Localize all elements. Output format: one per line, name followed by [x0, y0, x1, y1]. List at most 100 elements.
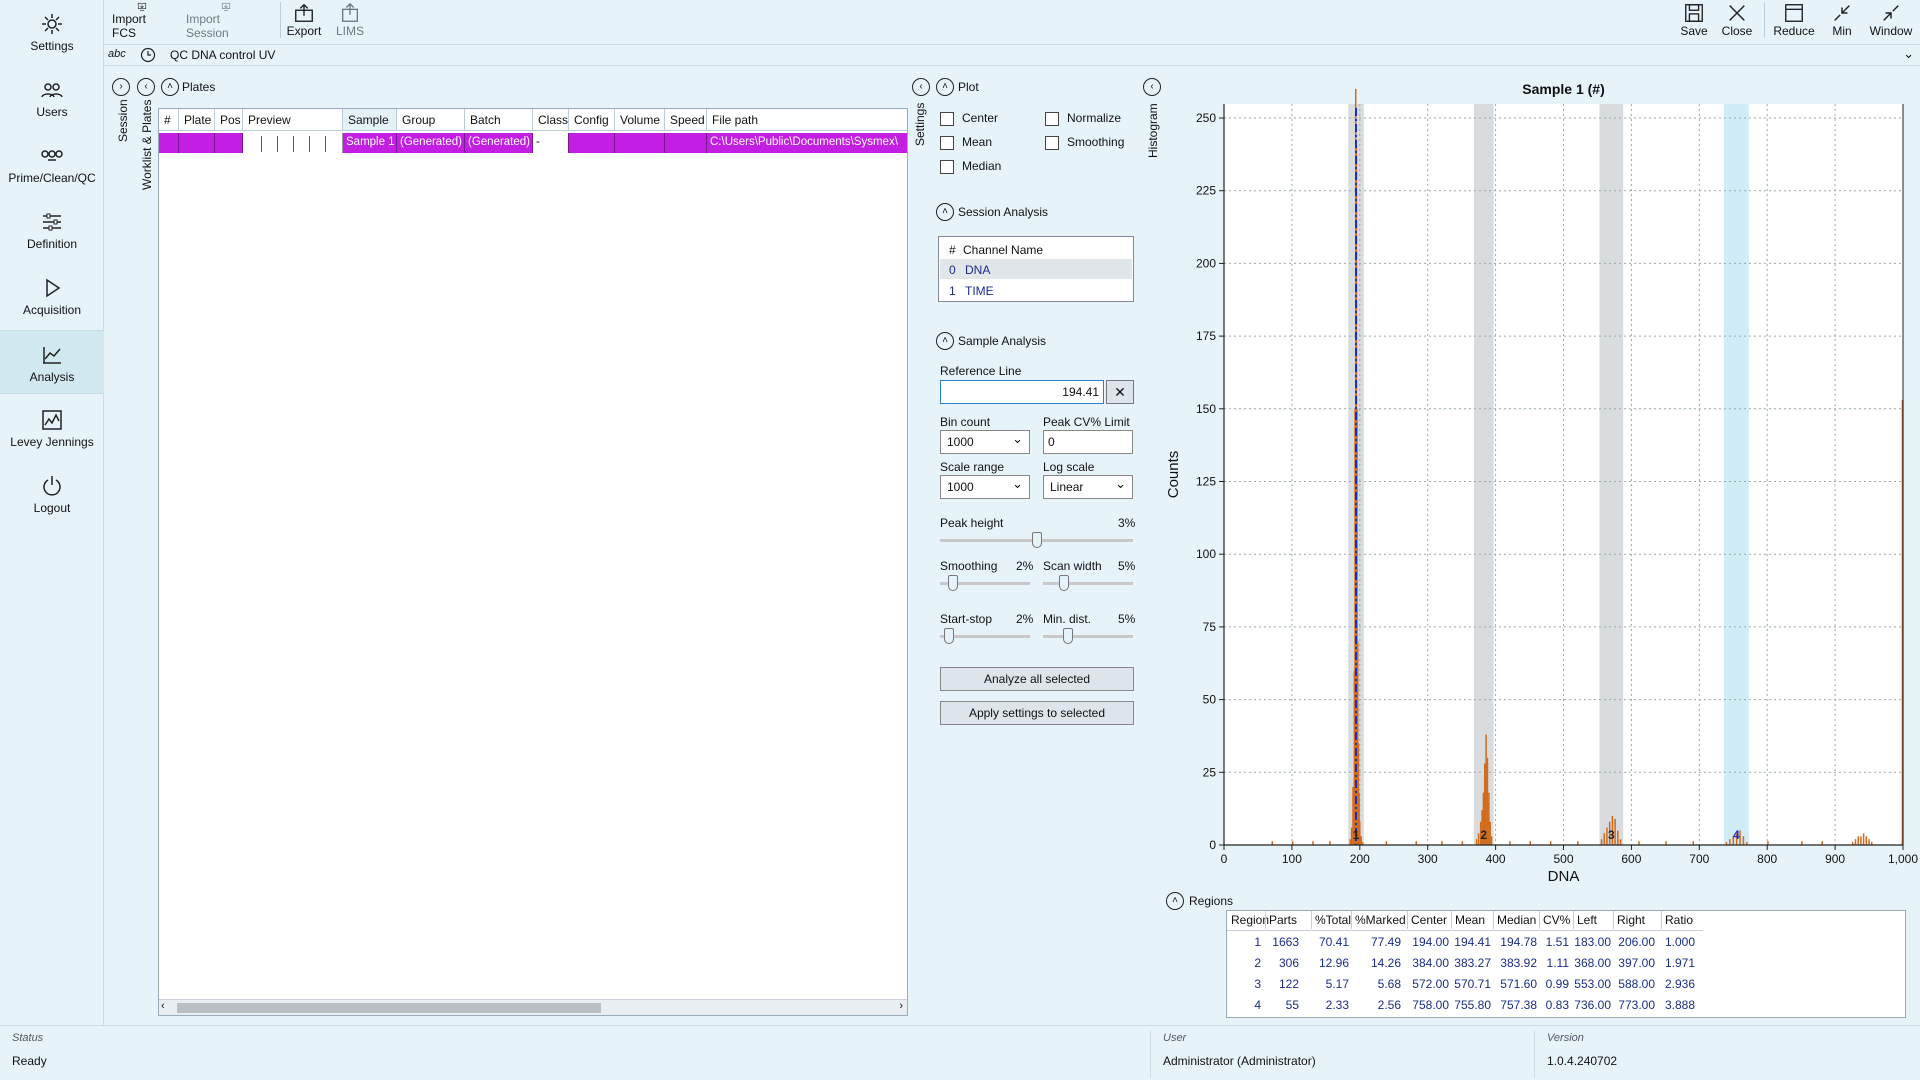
nav-label: Levey Jennings: [10, 435, 94, 449]
status-label: Status: [12, 1032, 44, 1044]
collapse-histogram-icon[interactable]: ‹: [1143, 78, 1161, 96]
nav-levey-jennings[interactable]: Levey Jennings: [0, 396, 104, 460]
nav-acquisition[interactable]: Acquisition: [0, 264, 104, 328]
expand-left-icon[interactable]: ›: [112, 78, 130, 96]
clear-reference-icon[interactable]: ✕: [1106, 380, 1134, 404]
scan-width-value: 5%: [1118, 559, 1136, 573]
smoothing-checkbox[interactable]: Smoothing: [1045, 134, 1124, 150]
save-icon: [1685, 4, 1703, 22]
center-checkbox[interactable]: Center: [940, 110, 998, 126]
sample-analysis-title: Sample Analysis: [958, 334, 1047, 348]
nav-settings[interactable]: Settings: [0, 0, 104, 64]
col-header-sorted[interactable]: Sample: [343, 109, 397, 131]
header-divider: [1227, 930, 1703, 931]
regions-cell: 183.00: [1574, 935, 1611, 949]
abc-icon[interactable]: abc: [108, 48, 126, 60]
col-header[interactable]: Batch: [465, 109, 533, 131]
session-side-tab[interactable]: Session: [116, 98, 130, 142]
session-analysis-title: Session Analysis: [958, 205, 1049, 219]
scroll-right-icon[interactable]: ›: [899, 1000, 903, 1012]
bin-count-select[interactable]: 1000: [940, 430, 1030, 454]
col-header[interactable]: Speed: [665, 109, 707, 131]
chart-title: Sample 1 (#): [1522, 81, 1604, 97]
clock-icon[interactable]: [140, 47, 156, 63]
nav-analysis[interactable]: Analysis: [0, 330, 104, 394]
save-button[interactable]: Save: [1680, 0, 1708, 40]
regions-col-header[interactable]: Left: [1577, 913, 1597, 927]
region-band: [1473, 104, 1494, 845]
lims-button[interactable]: LIMS: [334, 0, 366, 40]
regions-col-header[interactable]: Region: [1231, 913, 1269, 927]
settings-side-tab[interactable]: Settings: [913, 100, 927, 146]
col-header[interactable]: Preview: [243, 109, 343, 131]
col-header[interactable]: Group: [397, 109, 465, 131]
histogram-bar: [1617, 830, 1619, 845]
scroll-left-icon[interactable]: ‹: [161, 1000, 165, 1012]
y-tick-label: 0: [1209, 838, 1216, 852]
slider-thumb[interactable]: [1063, 628, 1073, 644]
col-header[interactable]: Class: [533, 109, 569, 131]
collapse-up-icon[interactable]: ˄: [1166, 892, 1184, 910]
col-header[interactable]: #: [159, 109, 179, 131]
cell-group: (Generated): [397, 133, 465, 153]
log-scale-select[interactable]: Linear: [1043, 475, 1133, 499]
col-header[interactable]: Config: [569, 109, 615, 131]
regions-col-header[interactable]: %Marked: [1355, 913, 1406, 927]
x-tick-label: 200: [1350, 852, 1370, 866]
slider-thumb[interactable]: [944, 628, 954, 644]
regions-col-header[interactable]: Median: [1497, 913, 1536, 927]
collapse-up-icon[interactable]: ˄: [936, 203, 954, 221]
analyze-all-selected-button[interactable]: Analyze all selected: [940, 667, 1134, 691]
regions-cell: 306: [1278, 956, 1299, 970]
collapse-up-icon[interactable]: ˄: [161, 78, 179, 96]
user-label: User: [1163, 1032, 1187, 1044]
mean-checkbox[interactable]: Mean: [940, 134, 992, 150]
scrollbar-thumb[interactable]: [177, 1003, 601, 1013]
nav-definition[interactable]: Definition: [0, 198, 104, 262]
list-item[interactable]: 1 TIME: [940, 280, 1132, 300]
regions-cell: 553.00: [1574, 977, 1611, 991]
regions-col-header[interactable]: CV%: [1543, 913, 1570, 927]
peak-cv-input[interactable]: 0: [1043, 430, 1133, 454]
regions-col-header[interactable]: Right: [1617, 913, 1645, 927]
reduce-button[interactable]: Reduce: [1772, 0, 1816, 40]
import-fcs-button[interactable]: Import FCS: [112, 0, 172, 40]
col-header[interactable]: File path: [707, 109, 907, 131]
collapse-up-icon[interactable]: ˄: [936, 332, 954, 350]
cell-class: -: [533, 133, 569, 153]
export-button[interactable]: Export: [286, 0, 322, 40]
reference-line-input[interactable]: 194.41: [940, 380, 1104, 404]
nav-logout[interactable]: Logout: [0, 462, 104, 526]
apply-settings-button[interactable]: Apply settings to selected: [940, 701, 1134, 725]
nav-users[interactable]: Users: [0, 66, 104, 130]
import-session-button[interactable]: Import Session: [186, 0, 266, 40]
slider-thumb[interactable]: [1059, 575, 1069, 591]
col-header[interactable]: Pos: [215, 109, 243, 131]
histogram-side-tab[interactable]: Histogram: [1146, 100, 1160, 158]
slider-thumb[interactable]: [948, 575, 958, 591]
chevron-down-icon[interactable]: ⌄: [1903, 46, 1914, 62]
collapse-left-icon[interactable]: ‹: [137, 78, 155, 96]
slider-thumb[interactable]: [1031, 532, 1042, 548]
nav-prime-clean-qc[interactable]: Prime/Clean/QC: [0, 132, 104, 196]
regions-col-header[interactable]: Parts: [1269, 913, 1297, 927]
col-header[interactable]: Volume: [615, 109, 665, 131]
min-button[interactable]: Min: [1828, 0, 1856, 40]
window-button[interactable]: Window: [1868, 0, 1914, 40]
collapse-up-icon[interactable]: ˄: [936, 78, 954, 96]
regions-col-header[interactable]: Mean: [1455, 913, 1485, 927]
regions-col-header[interactable]: Center: [1411, 913, 1447, 927]
normalize-checkbox[interactable]: Normalize: [1045, 110, 1121, 126]
regions-col-header[interactable]: Ratio: [1665, 913, 1693, 927]
col-header[interactable]: Plate: [179, 109, 215, 131]
regions-col-header[interactable]: %Total: [1315, 913, 1351, 927]
close-button[interactable]: Close: [1722, 0, 1752, 40]
scale-range-select[interactable]: 1000: [940, 475, 1030, 499]
header-divider: [1351, 911, 1352, 929]
median-checkbox[interactable]: Median: [940, 158, 1001, 174]
list-item[interactable]: 0 DNA: [940, 259, 1132, 279]
worklist-side-tab[interactable]: Worklist & Plates: [140, 98, 154, 190]
header-divider: [1613, 911, 1614, 929]
collapse-settings-icon[interactable]: ‹: [912, 78, 930, 96]
horizontal-scrollbar[interactable]: ‹ ›: [159, 999, 907, 1015]
